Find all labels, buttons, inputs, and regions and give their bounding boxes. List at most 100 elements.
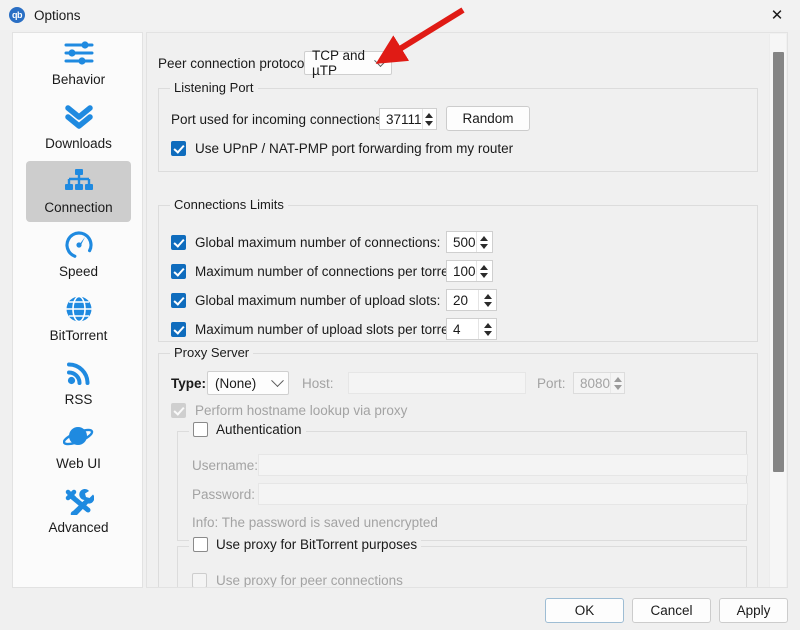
peer-protocol-value: TCP and µTP bbox=[312, 48, 366, 78]
global-max-upload-slots-spinbox[interactable]: 20 bbox=[446, 289, 497, 311]
proxy-type-value: (None) bbox=[215, 375, 257, 391]
sidebar-item-advanced[interactable]: Advanced bbox=[13, 481, 142, 545]
dialog-body: Behavior Downloads Connection Speed BitT… bbox=[0, 30, 800, 590]
global-max-upload-slots-checkbox[interactable] bbox=[171, 293, 186, 308]
use-proxy-bittorrent-group: Use proxy for BitTorrent purposes Use pr… bbox=[177, 537, 747, 588]
sidebar-item-label: BitTorrent bbox=[49, 328, 108, 343]
sidebar-item-label: Behavior bbox=[51, 72, 106, 87]
connections-limits-group: Connections Limits Global maximum number… bbox=[158, 197, 758, 342]
use-proxy-bittorrent-title-row[interactable]: Use proxy for BitTorrent purposes bbox=[189, 537, 422, 552]
hostname-lookup-checkbox[interactable] bbox=[171, 403, 186, 418]
proxy-server-title: Proxy Server bbox=[170, 345, 254, 360]
sidebar-item-label: Connection bbox=[44, 200, 113, 215]
proxy-type-combobox[interactable]: (None) bbox=[207, 371, 289, 395]
sidebar-item-label: RSS bbox=[64, 392, 93, 407]
cancel-button[interactable]: Cancel bbox=[632, 598, 711, 623]
authentication-title-row[interactable]: Authentication bbox=[189, 422, 306, 437]
password-info-text: Info: The password is saved unencrypted bbox=[192, 515, 438, 530]
chevron-down-icon bbox=[271, 373, 284, 387]
max-connections-per-torrent-spinbox[interactable]: 100 bbox=[446, 260, 493, 282]
sidebar-item-downloads[interactable]: Downloads bbox=[13, 97, 142, 161]
sidebar-item-web-ui[interactable]: Web UI bbox=[13, 417, 142, 481]
peer-protocol-label: Peer connection protocol: bbox=[158, 56, 312, 71]
max-connections-per-torrent-label: Maximum number of connections per torren… bbox=[195, 263, 464, 279]
proxy-username-label: Username: bbox=[192, 458, 259, 473]
ok-button[interactable]: OK bbox=[545, 598, 624, 623]
sidebar-item-label: Advanced bbox=[48, 520, 109, 535]
max-connections-per-torrent-stepper[interactable] bbox=[475, 261, 492, 281]
chevron-down-icon bbox=[374, 53, 387, 67]
use-proxy-bittorrent-checkbox[interactable] bbox=[193, 537, 208, 552]
proxy-type-label: Type: bbox=[171, 376, 207, 391]
authentication-group: Authentication Username: Password: Info:… bbox=[177, 422, 748, 541]
close-icon[interactable]: ✕ bbox=[754, 0, 800, 30]
proxy-port-spinbox[interactable]: 8080 bbox=[573, 372, 625, 394]
hostname-lookup-row[interactable]: Perform hostname lookup via proxy bbox=[171, 403, 407, 418]
random-port-button[interactable]: Random bbox=[446, 106, 530, 131]
network-tree-icon bbox=[63, 161, 95, 201]
upnp-checkbox-row[interactable]: Use UPnP / NAT-PMP port forwarding from … bbox=[171, 141, 513, 156]
proxy-password-input[interactable] bbox=[258, 483, 748, 505]
upnp-checkbox[interactable] bbox=[171, 141, 186, 156]
global-max-connections-stepper[interactable] bbox=[475, 232, 492, 252]
incoming-port-spinbox[interactable]: 37111 bbox=[379, 108, 437, 130]
global-max-connections-row[interactable]: Global maximum number of connections: bbox=[171, 235, 440, 250]
sidebar-item-behavior[interactable]: Behavior bbox=[13, 33, 142, 97]
proxy-username-input[interactable] bbox=[258, 454, 748, 476]
max-upload-slots-per-torrent-spinbox[interactable]: 4 bbox=[446, 318, 497, 340]
global-max-connections-label: Global maximum number of connections: bbox=[195, 234, 441, 250]
authentication-checkbox[interactable] bbox=[193, 422, 208, 437]
max-connections-per-torrent-row[interactable]: Maximum number of connections per torren… bbox=[171, 264, 464, 279]
window-title: Options bbox=[34, 7, 81, 23]
proxy-host-input[interactable] bbox=[348, 372, 526, 394]
sidebar-item-label: Downloads bbox=[45, 136, 112, 151]
speedometer-icon bbox=[64, 225, 94, 265]
max-connections-per-torrent-value: 100 bbox=[453, 263, 476, 279]
authentication-label: Authentication bbox=[216, 422, 302, 437]
scrollbar-thumb[interactable] bbox=[773, 52, 784, 472]
upnp-label: Use UPnP / NAT-PMP port forwarding from … bbox=[195, 140, 514, 156]
proxy-port-stepper[interactable] bbox=[610, 373, 624, 393]
use-proxy-peer-checkbox[interactable] bbox=[192, 573, 207, 587]
connection-page: Peer connection protocol: TCP and µTP Li… bbox=[147, 33, 769, 588]
sidebar-item-label: Speed bbox=[58, 264, 99, 279]
global-max-connections-value: 500 bbox=[453, 234, 476, 250]
listening-port-title: Listening Port bbox=[170, 80, 258, 95]
incoming-port-stepper[interactable] bbox=[421, 109, 436, 129]
dialog-button-bar: OK Cancel Apply bbox=[0, 590, 800, 630]
incoming-port-value: 37111 bbox=[386, 111, 422, 127]
proxy-port-label: Port: bbox=[537, 376, 566, 391]
connections-limits-title: Connections Limits bbox=[170, 197, 288, 212]
global-max-connections-spinbox[interactable]: 500 bbox=[446, 231, 493, 253]
global-max-upload-slots-stepper[interactable] bbox=[478, 290, 496, 310]
max-upload-slots-per-torrent-value: 4 bbox=[453, 321, 461, 337]
proxy-port-value: 8080 bbox=[580, 375, 611, 391]
proxy-password-label: Password: bbox=[192, 487, 256, 502]
global-max-upload-slots-value: 20 bbox=[453, 292, 469, 308]
sliders-icon bbox=[62, 33, 96, 73]
global-max-upload-slots-row[interactable]: Global maximum number of upload slots: bbox=[171, 293, 440, 308]
content-scrollbar[interactable] bbox=[769, 34, 786, 587]
peer-protocol-combobox[interactable]: TCP and µTP bbox=[304, 48, 392, 78]
global-max-connections-checkbox[interactable] bbox=[171, 235, 186, 250]
max-upload-slots-per-torrent-stepper[interactable] bbox=[478, 319, 496, 339]
sidebar-item-label: Web UI bbox=[56, 456, 101, 471]
max-upload-slots-per-torrent-checkbox[interactable] bbox=[171, 322, 186, 337]
title-bar: qb Options ✕ bbox=[0, 0, 800, 30]
listening-port-group: Listening Port Port used for incoming co… bbox=[158, 80, 758, 172]
settings-content-panel: Peer connection protocol: TCP and µTP Li… bbox=[146, 32, 788, 588]
use-proxy-peer-label: Use proxy for peer connections bbox=[216, 573, 403, 588]
use-proxy-peer-row[interactable]: Use proxy for peer connections bbox=[192, 573, 403, 588]
sidebar-item-connection[interactable]: Connection bbox=[13, 161, 142, 225]
max-upload-slots-per-torrent-row[interactable]: Maximum number of upload slots per torre… bbox=[171, 322, 464, 337]
sidebar-item-bittorrent[interactable]: BitTorrent bbox=[13, 289, 142, 353]
proxy-host-label: Host: bbox=[302, 376, 334, 391]
max-connections-per-torrent-checkbox[interactable] bbox=[171, 264, 186, 279]
apply-button[interactable]: Apply bbox=[719, 598, 788, 623]
sidebar-item-speed[interactable]: Speed bbox=[13, 225, 142, 289]
globe-icon bbox=[64, 289, 94, 329]
max-upload-slots-per-torrent-label: Maximum number of upload slots per torre… bbox=[195, 321, 464, 337]
rss-icon bbox=[65, 353, 93, 393]
settings-sidebar[interactable]: Behavior Downloads Connection Speed BitT… bbox=[12, 32, 143, 588]
sidebar-item-rss[interactable]: RSS bbox=[13, 353, 142, 417]
